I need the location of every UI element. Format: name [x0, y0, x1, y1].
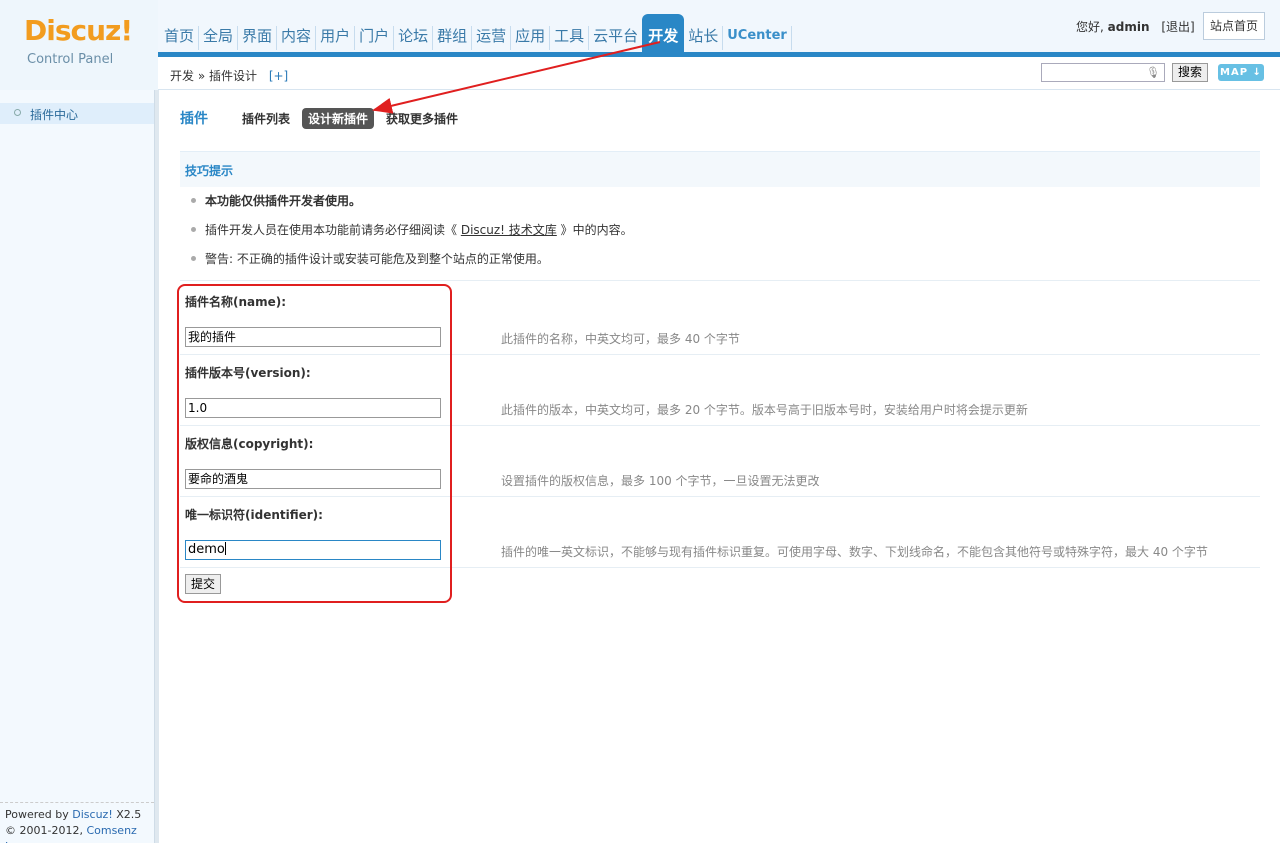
nav-cloud[interactable]: 云平台: [589, 14, 642, 56]
logo-subtitle: Control Panel: [27, 52, 114, 67]
search-button[interactable]: 搜索: [1172, 63, 1208, 82]
divider: [180, 280, 1260, 281]
nav-global[interactable]: 全局: [199, 14, 237, 56]
tips-header: 技巧提示: [180, 151, 1260, 187]
breadcrumb-text: 开发 » 插件设计: [170, 69, 257, 83]
discuz-link[interactable]: Discuz!: [72, 808, 112, 821]
tip-text: 插件开发人员在使用本功能前请务必仔细阅读《: [205, 223, 458, 237]
microphone-icon[interactable]: 🎙: [1146, 66, 1160, 79]
tip-item: 本功能仅供插件开发者使用。: [190, 194, 1260, 223]
powered-by-line: Powered by Discuz! X2.5: [5, 807, 154, 823]
circle-bullet-icon: [14, 109, 21, 116]
breadcrumb-bar: 开发 » 插件设计 [+] 🎙 搜索 MAP ↓: [158, 57, 1280, 90]
nav-group[interactable]: 群组: [433, 14, 471, 56]
site-home-button[interactable]: 站点首页: [1203, 12, 1265, 40]
tip-text: 》中的内容。: [560, 223, 633, 237]
username: admin: [1107, 20, 1150, 34]
sidebar-item-label: 插件中心: [30, 108, 79, 122]
user-info: 您好, admin [退出]: [1076, 18, 1195, 35]
tab-design-new-plugin[interactable]: 设计新插件: [302, 107, 375, 129]
nav-operation[interactable]: 运营: [472, 14, 510, 56]
add-shortcut-link[interactable]: [+]: [269, 69, 288, 83]
top-nav: 首页 全局 界面 内容 用户 门户 论坛 群组 运营 应用 工具 云平台 开发 …: [160, 14, 792, 56]
tips-title: 技巧提示: [185, 164, 234, 178]
highlight-box: [177, 284, 452, 603]
logo[interactable]: Discuz! Control Panel: [0, 0, 158, 90]
sidebar-item-plugin-center[interactable]: 插件中心: [0, 103, 154, 124]
logout-link[interactable]: [退出]: [1161, 20, 1194, 34]
plugin-tabs: 插件 插件列表 设计新插件 获取更多插件: [180, 107, 470, 129]
greeting: 您好,: [1076, 20, 1104, 34]
search-input[interactable]: 🎙: [1041, 63, 1165, 82]
sidebar-footer: Powered by Discuz! X2.5 © 2001-2012, Com…: [0, 802, 154, 843]
nav-user[interactable]: 用户: [316, 14, 354, 56]
discuz-docs-link[interactable]: Discuz! 技术文库: [461, 223, 557, 237]
nav-apps[interactable]: 应用: [511, 14, 549, 56]
nav-divider: [790, 26, 792, 50]
page-title: 插件: [180, 111, 208, 127]
identifier-hint: 插件的唯一英文标识，不能够与现有插件标识重复。可使用字母、数字、下划线命名，不能…: [501, 545, 1208, 559]
powered-by-text: Powered by: [5, 808, 69, 821]
copyright-line: © 2001-2012, Comsenz Inc.: [5, 823, 154, 843]
sidebar: 插件中心 Powered by Discuz! X2.5 © 2001-2012…: [0, 90, 154, 843]
header: 首页 全局 界面 内容 用户 门户 论坛 群组 运营 应用 工具 云平台 开发 …: [0, 0, 1280, 56]
version-text: X2.5: [116, 808, 142, 821]
sidebar-divider: [154, 90, 159, 843]
plugin-version-hint: 此插件的版本，中英文均可，最多 20 个字节。版本号高于旧版本号时，安装给用户时…: [501, 403, 1028, 417]
nav-forum[interactable]: 论坛: [394, 14, 432, 56]
plugin-name-hint: 此插件的名称，中英文均可，最多 40 个字节: [501, 332, 740, 346]
nav-style[interactable]: 界面: [238, 14, 276, 56]
copyright-hint: 设置插件的版权信息，最多 100 个字节，一旦设置无法更改: [501, 474, 820, 488]
nav-tools[interactable]: 工具: [550, 14, 588, 56]
nav-content[interactable]: 内容: [277, 14, 315, 56]
nav-portal[interactable]: 门户: [355, 14, 393, 56]
map-button[interactable]: MAP ↓: [1218, 64, 1264, 81]
logo-text: Discuz!: [24, 14, 133, 47]
nav-develop[interactable]: 开发: [642, 14, 685, 56]
nav-admin[interactable]: 站长: [684, 14, 722, 56]
nav-home[interactable]: 首页: [160, 14, 198, 56]
tip-item: 插件开发人员在使用本功能前请务必仔细阅读《 Discuz! 技术文库 》中的内容…: [190, 223, 1260, 252]
nav-ucenter[interactable]: UCenter: [723, 14, 791, 56]
tip-item: 警告: 不正确的插件设计或安装可能危及到整个站点的正常使用。: [190, 252, 1260, 281]
breadcrumb: 开发 » 插件设计 [+]: [170, 67, 288, 84]
tab-plugin-list[interactable]: 插件列表: [236, 108, 296, 129]
copyright-text: © 2001-2012,: [5, 824, 83, 837]
tips-list: 本功能仅供插件开发者使用。 插件开发人员在使用本功能前请务必仔细阅读《 Disc…: [190, 194, 1260, 281]
tab-get-more-plugins[interactable]: 获取更多插件: [380, 108, 464, 129]
